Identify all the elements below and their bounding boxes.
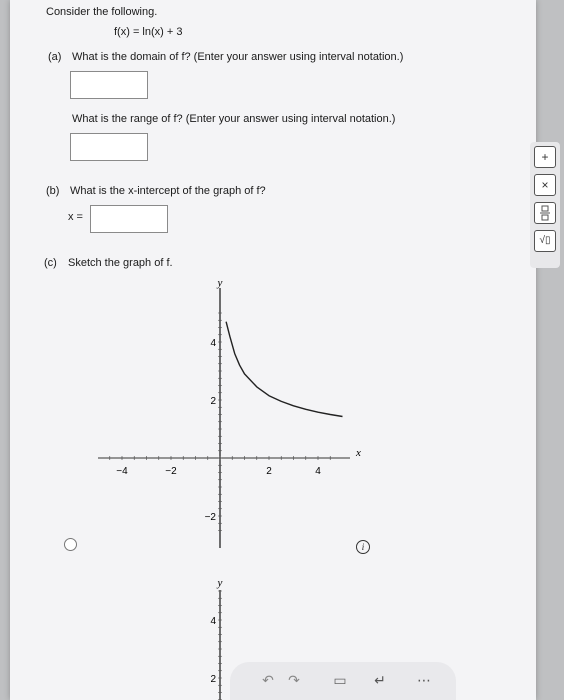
math-toolbar: + × √▯ xyxy=(530,142,560,268)
intro-text: Consider the following. xyxy=(46,6,158,18)
graph-option-1: −4 −2 2 4 4 2 −2 x y xyxy=(98,277,361,548)
redo-icon[interactable]: ↷ xyxy=(284,672,304,690)
y-tick-label: −2 xyxy=(205,512,217,523)
undo-icon[interactable]: ↶ xyxy=(258,672,278,690)
domain-answer-input[interactable] xyxy=(70,71,148,99)
fraction-button[interactable] xyxy=(534,202,556,224)
times-button[interactable]: × xyxy=(534,174,556,196)
function-expression: f(x) = ln(x) + 3 xyxy=(114,26,183,38)
fraction-icon xyxy=(540,205,550,221)
sqrt-button[interactable]: √▯ xyxy=(534,230,556,252)
x-intercept-question: What is the x-intercept of the graph of … xyxy=(70,185,266,197)
question-page: Consider the following. f(x) = ln(x) + 3… xyxy=(10,0,536,700)
part-b-label: (b) xyxy=(46,185,60,197)
plus-button[interactable]: + xyxy=(534,146,556,168)
x-tick-label: −2 xyxy=(165,466,177,477)
x-axis-label: x xyxy=(355,447,361,459)
more-icon[interactable]: ⋯ xyxy=(414,672,434,690)
range-question: What is the range of f? (Enter your answ… xyxy=(72,113,396,125)
info-icon-glyph: i xyxy=(361,542,365,552)
x-equals-label: x = xyxy=(68,211,83,223)
part-a-label: (a) xyxy=(48,51,62,63)
range-answer-input[interactable] xyxy=(70,133,148,161)
graph-option-radio[interactable] xyxy=(64,538,77,551)
y-axis-label: y xyxy=(217,577,223,589)
y-tick-label: 4 xyxy=(210,616,216,627)
series-line xyxy=(225,321,343,418)
part-c-label: (c) xyxy=(44,257,57,269)
y-tick-label: 4 xyxy=(210,338,216,349)
bottom-toolbar: ↶ ↷ ▭ ↵ ⋯ xyxy=(230,662,456,700)
x-tick-label: 4 xyxy=(315,466,321,477)
return-icon[interactable]: ↵ xyxy=(370,672,390,690)
info-icon[interactable]: i xyxy=(356,540,370,554)
x-intercept-answer-input[interactable] xyxy=(90,205,168,233)
keyboard-icon[interactable]: ▭ xyxy=(330,672,350,690)
x-tick-label: −4 xyxy=(116,466,128,477)
y-tick-label: 2 xyxy=(210,674,216,685)
domain-question: What is the domain of f? (Enter your ans… xyxy=(72,51,404,63)
sketch-question: Sketch the graph of f. xyxy=(68,257,173,269)
x-tick-label: 2 xyxy=(266,466,272,477)
y-axis-label: y xyxy=(217,277,223,289)
y-tick-label: 2 xyxy=(210,396,216,407)
